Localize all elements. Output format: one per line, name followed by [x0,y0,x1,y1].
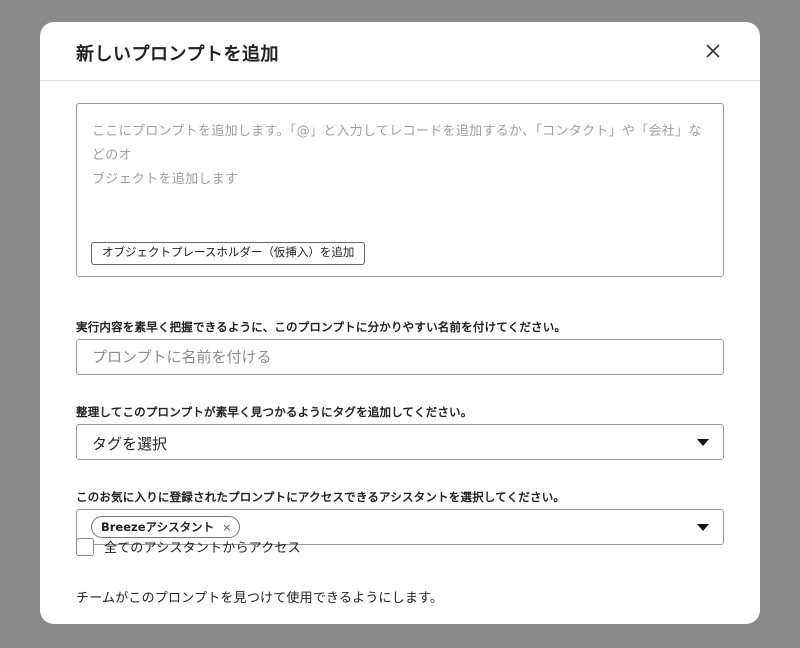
prompt-placeholder-line-1: ここにプロンプトを追加します。「@」と入力してレコードを追加するか、「コンタクト… [92,124,702,163]
prompt-name-input[interactable] [76,339,724,375]
assistant-chip: Breezeアシスタント × [91,516,241,538]
prompt-placeholder-line-2: ブジェクトを追加します [92,172,239,187]
all-assistants-label[interactable]: 全てのアシスタントからアクセス [104,537,301,556]
assistant-label: このお気に入りに登録されたプロンプトにアクセスできるアシスタントを選択してくださ… [76,490,566,504]
insert-object-placeholder-button[interactable]: オブジェクトプレースホルダー（仮挿入）を追加 [91,242,366,265]
all-assistants-checkbox[interactable] [76,537,94,556]
close-icon [706,44,720,58]
dialog-title: 新しいプロンプトを追加 [76,44,279,65]
chip-remove-icon[interactable]: × [222,522,231,533]
assistant-chip-label: Breezeアシスタント [101,520,215,534]
close-button[interactable] [704,42,722,60]
add-prompt-dialog: 新しいプロンプトを追加 ここにプロンプトを追加します。「@」と入力してレコードを… [40,22,760,624]
footer-note: チームがこのプロンプトを見つけて使用できるようにします。 [76,591,444,606]
chevron-down-icon [697,439,709,446]
prompt-name-label: 実行内容を素早く把握できるように、このプロンプトに分かりやすい名前を付けてくださ… [76,320,567,334]
chevron-down-icon [697,524,709,531]
prompt-editor[interactable]: ここにプロンプトを追加します。「@」と入力してレコードを追加するか、「コンタクト… [76,103,724,277]
tag-select-value: タグを選択 [92,435,168,453]
tag-select[interactable]: タグを選択 [76,424,724,460]
prompt-placeholder: ここにプロンプトを追加します。「@」と入力してレコードを追加するか、「コンタクト… [92,120,712,192]
dialog-header: 新しいプロンプトを追加 [40,22,760,81]
tag-label: 整理してこのプロンプトが素早く見つかるようにタグを追加してください。 [76,405,473,419]
all-assistants-row: 全てのアシスタントからアクセス [76,537,301,556]
